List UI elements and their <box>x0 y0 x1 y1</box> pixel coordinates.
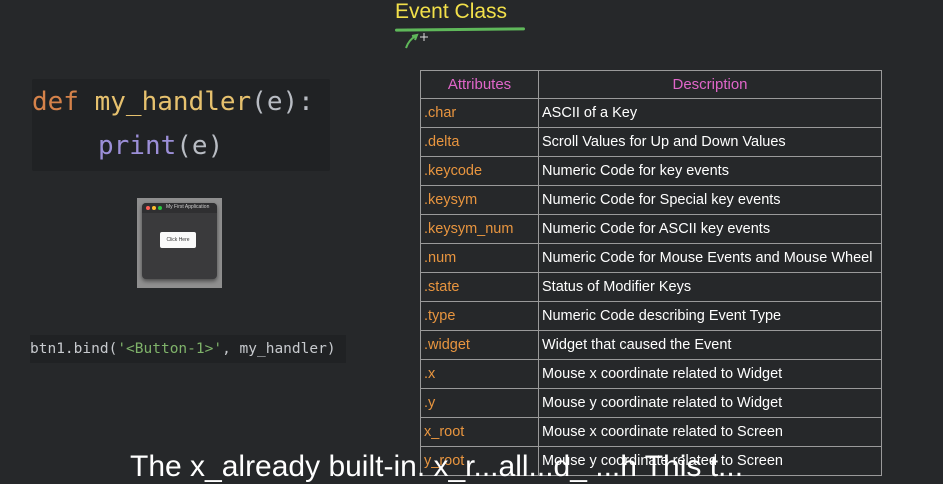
click-here-button[interactable]: Click Here <box>160 232 196 248</box>
event-attributes-table: Attributes Description .char ASCII of a K… <box>420 70 882 476</box>
code-line-def: def my_handler(e): <box>32 87 314 117</box>
bind-prefix: btn1.bind( <box>30 341 118 357</box>
table-header-row: Attributes Description <box>420 70 882 99</box>
subtitle-caption: The x_already built-in. x_r...all...d_ .… <box>130 450 744 483</box>
header-description: Description <box>538 70 882 99</box>
attr-cell: .num <box>420 243 539 273</box>
desc-cell: Status of Modifier Keys <box>538 272 882 302</box>
bind-suffix: , my_handler) <box>222 341 336 357</box>
table-row: .num Numeric Code for Mouse Events and Mo… <box>420 243 882 273</box>
table-row: .delta Scroll Values for Up and Down Valu… <box>420 127 882 157</box>
desc-cell: ASCII of a Key <box>538 98 882 128</box>
attr-cell: .keysym_num <box>420 214 539 244</box>
code-function-name: my_handler <box>94 87 252 117</box>
attr-cell: .widget <box>420 330 539 360</box>
table-row: .keysym Numeric Code for Special key even… <box>420 185 882 215</box>
header-attributes: Attributes <box>420 70 539 99</box>
thumbnail-window-title: My First Application <box>166 204 210 210</box>
code-params: (e): <box>251 87 314 117</box>
close-dot-icon <box>146 206 150 210</box>
bind-code-line: btn1.bind('<Button-1>', my_handler) <box>30 335 346 363</box>
desc-cell: Numeric Code for key events <box>538 156 882 186</box>
desc-cell: Mouse x coordinate related to Widget <box>538 359 882 389</box>
attr-cell: .type <box>420 301 539 331</box>
desc-cell: Numeric Code describing Event Type <box>538 301 882 331</box>
table-row: .char ASCII of a Key <box>420 98 882 128</box>
table-row: x_root Mouse x coordinate related to Scre… <box>420 417 882 447</box>
attr-cell: .y <box>420 388 539 418</box>
table-row: .keysym_num Numeric Code for ASCII key ev… <box>420 214 882 244</box>
cursor-icon <box>405 33 428 49</box>
app-window-thumbnail: My First Application Click Here <box>137 198 222 288</box>
maximize-dot-icon <box>158 206 162 210</box>
attr-cell: .delta <box>420 127 539 157</box>
thumbnail-titlebar: My First Application <box>142 203 217 213</box>
table-row: .type Numeric Code describing Event Type <box>420 301 882 331</box>
thumbnail-window: My First Application Click Here <box>142 203 217 279</box>
code-line-print: print(e) <box>98 131 223 161</box>
desc-cell: Mouse y coordinate related to Widget <box>538 388 882 418</box>
desc-cell: Scroll Values for Up and Down Values <box>538 127 882 157</box>
table-row: .y Mouse y coordinate related to Widget <box>420 388 882 418</box>
attr-cell: .x <box>420 359 539 389</box>
table-row: .x Mouse x coordinate related to Widget <box>420 359 882 389</box>
handler-code-block: def my_handler(e): print(e) <box>32 79 330 171</box>
desc-cell: Numeric Code for ASCII key events <box>538 214 882 244</box>
desc-cell: Widget that caused the Event <box>538 330 882 360</box>
slide-title: Event Class <box>395 0 508 23</box>
attr-cell: .keysym <box>420 185 539 215</box>
desc-cell: Numeric Code for Mouse Events and Mouse … <box>538 243 882 273</box>
attr-cell: .state <box>420 272 539 302</box>
desc-cell: Numeric Code for Special key events <box>538 185 882 215</box>
attr-cell: x_root <box>420 417 539 447</box>
table-row: .state Status of Modifier Keys <box>420 272 882 302</box>
code-args: (e) <box>176 131 224 161</box>
code-builtin: print <box>98 131 177 161</box>
minimize-dot-icon <box>152 206 156 210</box>
attr-cell: .keycode <box>420 156 539 186</box>
code-keyword: def <box>32 87 79 117</box>
table-row: .widget Widget that caused the Event <box>420 330 882 360</box>
bind-event-string: '<Button-1>' <box>117 341 223 357</box>
table-row: .keycode Numeric Code for key events <box>420 156 882 186</box>
attr-cell: .char <box>420 98 539 128</box>
desc-cell: Mouse x coordinate related to Screen <box>538 417 882 447</box>
